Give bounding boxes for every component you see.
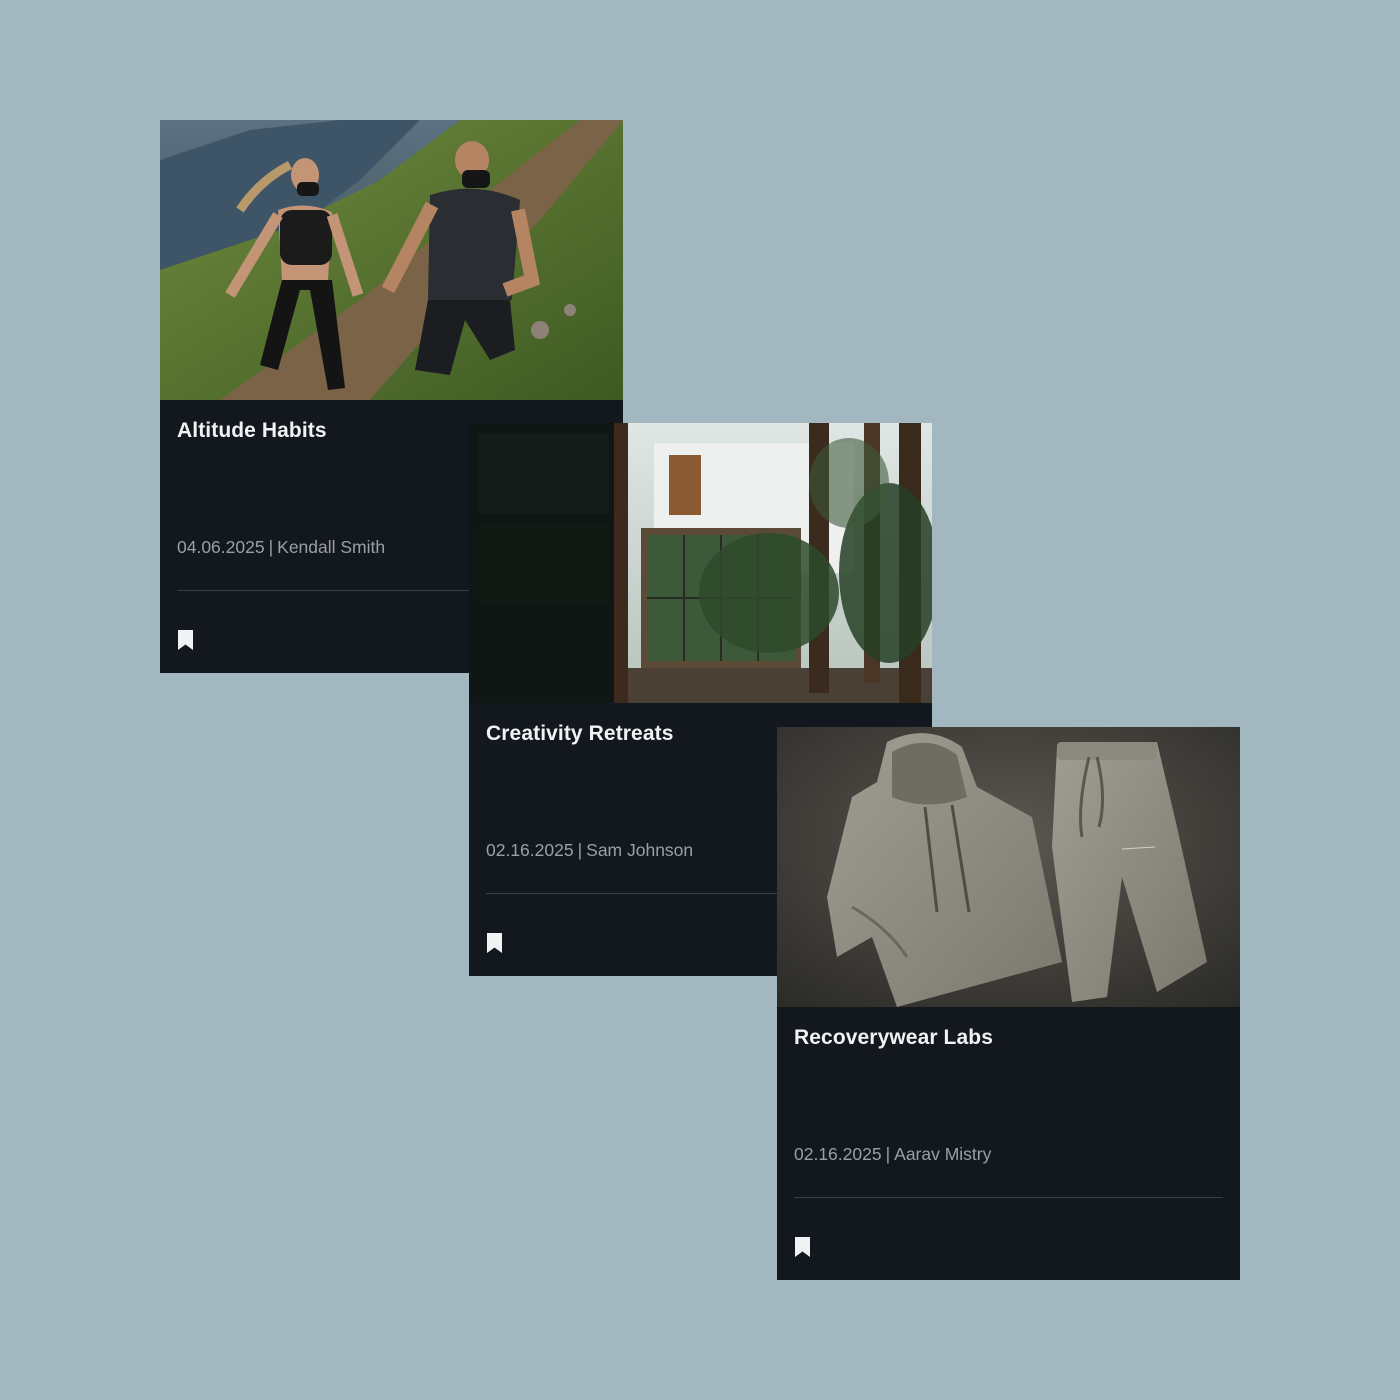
card-image-trail-runners[interactable] xyxy=(160,120,623,400)
card-meta: 02.16.2025 | Sam Johnson xyxy=(486,840,693,861)
meta-separator: | xyxy=(577,840,583,860)
bookmark-icon[interactable] xyxy=(486,932,503,954)
bookmark-icon[interactable] xyxy=(177,629,194,651)
forest-house-photo xyxy=(469,423,932,703)
card-title[interactable]: Recoverywear Labs xyxy=(794,1026,993,1050)
card-date: 02.16.2025 xyxy=(486,840,574,860)
bookmark-icon[interactable] xyxy=(794,1236,811,1258)
card-image-apparel[interactable] xyxy=(777,727,1240,1007)
card-date: 02.16.2025 xyxy=(794,1144,882,1164)
card-divider xyxy=(794,1197,1223,1198)
card-author[interactable]: Aarav Mistry xyxy=(894,1144,991,1164)
card-image-forest-house[interactable] xyxy=(469,423,932,703)
trail-runners-photo xyxy=(160,120,623,400)
meta-separator: | xyxy=(268,537,274,557)
apparel-photo xyxy=(777,727,1240,1007)
article-card[interactable]: Recoverywear Labs 02.16.2025 | Aarav Mistr… xyxy=(777,727,1240,1280)
card-title[interactable]: Altitude Habits xyxy=(177,419,327,443)
card-title[interactable]: Creativity Retreats xyxy=(486,722,674,746)
card-meta: 02.16.2025 | Aarav Mistry xyxy=(794,1144,991,1165)
meta-separator: | xyxy=(885,1144,891,1164)
card-author[interactable]: Kendall Smith xyxy=(277,537,385,557)
card-meta: 04.06.2025 | Kendall Smith xyxy=(177,537,385,558)
card-date: 04.06.2025 xyxy=(177,537,265,557)
card-author[interactable]: Sam Johnson xyxy=(586,840,693,860)
